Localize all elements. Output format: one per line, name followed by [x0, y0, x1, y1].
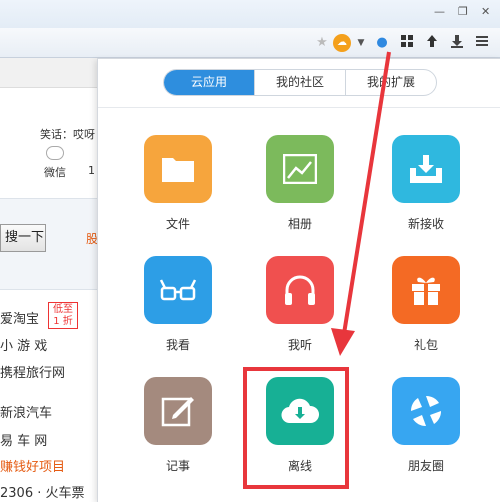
annotation-arrow: [331, 51, 391, 356]
